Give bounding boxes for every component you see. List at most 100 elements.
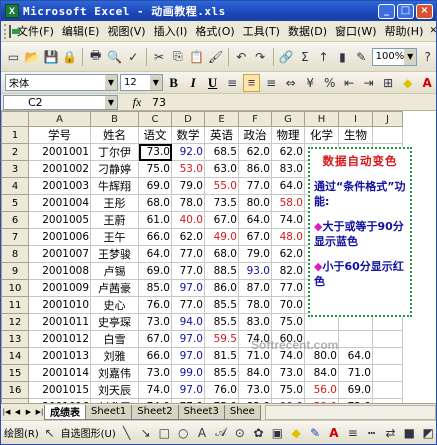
grid-cell[interactable]: 68.0 — [138, 194, 172, 213]
menu-view[interactable]: 视图(V) — [103, 23, 149, 39]
row-header[interactable]: 8 — [1, 245, 29, 264]
name-box[interactable]: C2 ▼ — [3, 94, 118, 110]
grid-cell[interactable]: 73.0 — [238, 381, 272, 400]
first-sheet-icon[interactable]: |◀ — [1, 406, 12, 419]
clipart-icon[interactable]: ✿ — [251, 424, 267, 442]
3d-icon[interactable]: ◩ — [420, 424, 436, 442]
header-cell[interactable]: 物理 — [271, 126, 305, 145]
align-left-icon[interactable]: ≡ — [223, 74, 241, 92]
grid-cell[interactable]: 69.0 — [138, 262, 172, 281]
column-header[interactable]: E — [204, 111, 239, 128]
grid-cell[interactable]: 2001004 — [28, 194, 91, 213]
grid-cell[interactable]: 刘天辰 — [90, 381, 139, 400]
grid-cell[interactable]: 80.0 — [238, 194, 272, 213]
header-cell[interactable]: 生物 — [338, 126, 373, 145]
grid-cell[interactable]: 64.0 — [338, 347, 373, 366]
grid-cell[interactable] — [372, 330, 403, 349]
borders-icon[interactable]: ⊞ — [379, 74, 397, 92]
grid-cell[interactable]: 66.0 — [138, 228, 172, 247]
workbook-close-icon[interactable]: ✕ — [427, 25, 437, 37]
grid-cell[interactable] — [372, 347, 403, 366]
grid-cell[interactable]: 王彤 — [90, 194, 139, 213]
arrow-icon[interactable]: ↘ — [138, 424, 154, 442]
grid-cell[interactable]: 83.0 — [238, 313, 272, 332]
percent-icon[interactable]: % — [321, 74, 339, 92]
grid-cell[interactable]: 卢锡 — [90, 262, 139, 281]
select-all-corner[interactable] — [1, 111, 29, 128]
grid-cell[interactable]: 63.0 — [204, 160, 239, 179]
grid-cell[interactable]: 58.0 — [271, 194, 305, 213]
grid-cell[interactable]: 2001015 — [28, 381, 91, 400]
currency-icon[interactable]: ¥ — [301, 74, 319, 92]
grid-cell[interactable]: 40.0 — [171, 211, 205, 230]
grid-cell[interactable] — [372, 126, 403, 145]
grid-cell[interactable]: 86.0 — [238, 160, 272, 179]
grid-cell[interactable]: 68.0 — [204, 245, 239, 264]
select-objects-icon[interactable]: ↖ — [42, 424, 58, 442]
title-bar[interactable]: X Microsoft Excel - 动画教程.xls _ □ × — [1, 1, 436, 21]
spelling-icon[interactable]: ✓ — [125, 48, 142, 66]
column-header[interactable]: D — [171, 111, 205, 128]
grid-cell[interactable]: 73.0 — [138, 364, 172, 383]
grid-cell[interactable]: 王蔚 — [90, 211, 139, 230]
grid-cell[interactable]: 97.0 — [171, 347, 205, 366]
grid-cell[interactable]: 73.0 — [138, 143, 172, 162]
wordart-icon[interactable]: 𝒜 — [213, 424, 229, 442]
grid-cell[interactable]: 67.0 — [138, 330, 172, 349]
grid-cell[interactable]: 71.0 — [338, 364, 373, 383]
dash-style-icon[interactable]: ┅ — [364, 424, 380, 442]
format-painter-icon[interactable]: 🖌 — [207, 48, 224, 66]
grid-cell[interactable]: 76.0 — [204, 381, 239, 400]
column-header[interactable]: A — [28, 111, 91, 128]
grid-cell[interactable]: 2001014 — [28, 364, 91, 383]
maximize-button[interactable]: □ — [397, 3, 414, 19]
increase-indent-icon[interactable]: ⇥ — [360, 74, 378, 92]
font-color-icon[interactable]: A — [326, 424, 342, 442]
insert-function-icon[interactable]: fx — [128, 95, 146, 110]
chevron-down-icon[interactable]: ▼ — [149, 75, 162, 90]
grid-cell[interactable]: 2001009 — [28, 279, 91, 298]
grid-cell[interactable]: 73.5 — [204, 194, 239, 213]
bold-button[interactable]: B — [165, 74, 183, 92]
grid-cell[interactable]: 67.0 — [238, 228, 272, 247]
line-icon[interactable]: ╲ — [119, 424, 135, 442]
align-center-icon[interactable]: ≡ — [242, 73, 261, 92]
merge-center-icon[interactable]: ⇔ — [282, 74, 300, 92]
grid-cell[interactable]: 69.0 — [138, 177, 172, 196]
grid-cell[interactable]: 56.0 — [304, 381, 339, 400]
grid-cell[interactable]: 84.0 — [238, 364, 272, 383]
tab-sheet4[interactable]: Shee — [223, 404, 261, 420]
grid-cell[interactable]: 78.0 — [238, 296, 272, 315]
tab-sheet2[interactable]: Sheet2 — [131, 404, 179, 420]
grid-cell[interactable]: 76.0 — [138, 296, 172, 315]
grid-cell[interactable]: 48.0 — [271, 228, 305, 247]
grid-cell[interactable] — [338, 330, 373, 349]
row-header[interactable]: 7 — [1, 228, 29, 247]
rectangle-icon[interactable]: □ — [156, 424, 172, 442]
grid-cell[interactable]: 73.0 — [271, 364, 305, 383]
grid-cell[interactable]: 2001007 — [28, 245, 91, 264]
fill-color-icon[interactable]: ◆ — [399, 74, 417, 92]
column-header[interactable]: I — [338, 111, 373, 128]
grid-cell[interactable]: 2001010 — [28, 296, 91, 315]
autoshapes-button[interactable]: 自选图形(U) — [61, 425, 116, 440]
grid-cell[interactable]: 77.0 — [171, 262, 205, 281]
horizontal-scrollbar[interactable] — [264, 404, 436, 420]
textbox-icon[interactable]: A — [194, 424, 210, 442]
line-style-icon[interactable]: ≡ — [345, 424, 361, 442]
header-cell[interactable]: 姓名 — [90, 126, 139, 145]
menu-help[interactable]: 帮助(H) — [381, 23, 428, 39]
grid-cell[interactable]: 97.0 — [171, 330, 205, 349]
grid-cell[interactable]: 88.5 — [204, 262, 239, 281]
menu-edit[interactable]: 编辑(E) — [58, 23, 104, 39]
grid-cell[interactable]: 刘雅 — [90, 347, 139, 366]
grid-cell[interactable]: 2001006 — [28, 228, 91, 247]
fill-color-icon[interactable]: ◆ — [288, 424, 304, 442]
header-cell[interactable]: 数学 — [171, 126, 205, 145]
grid-cell[interactable]: 64.0 — [138, 245, 172, 264]
row-header[interactable]: 5 — [1, 194, 29, 213]
menu-format[interactable]: 格式(O) — [191, 23, 238, 39]
grid-cell[interactable]: 史心 — [90, 296, 139, 315]
grid-cell[interactable] — [372, 364, 403, 383]
grid-cell[interactable]: 73.0 — [138, 313, 172, 332]
